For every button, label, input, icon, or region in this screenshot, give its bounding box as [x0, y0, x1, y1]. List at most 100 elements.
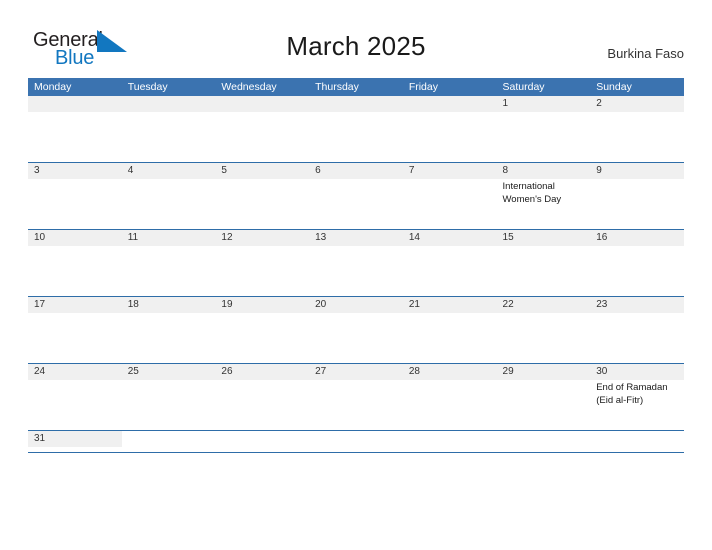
date-number-band: 10 11 12 13 14 15 16	[28, 230, 684, 246]
date-number[interactable]: 25	[122, 364, 216, 380]
day-event	[215, 246, 309, 297]
date-number[interactable]	[403, 96, 497, 112]
day-event	[122, 313, 216, 364]
day-event	[403, 246, 497, 297]
date-number-band: 31	[28, 431, 122, 447]
day-events-row	[28, 246, 684, 297]
date-number[interactable]	[122, 96, 216, 112]
day-event	[403, 179, 497, 230]
date-number[interactable]: 27	[309, 364, 403, 380]
date-number[interactable]: 8	[497, 163, 591, 179]
day-event	[28, 246, 122, 297]
date-number[interactable]: 12	[215, 230, 309, 246]
day-event	[590, 246, 684, 297]
date-number[interactable]: 9	[590, 163, 684, 179]
date-number-band: 17 18 19 20 21 22 23	[28, 297, 684, 313]
day-event	[215, 380, 309, 431]
date-number[interactable]: 23	[590, 297, 684, 313]
day-event	[497, 313, 591, 364]
day-events-row	[28, 112, 684, 163]
date-number[interactable]	[309, 96, 403, 112]
date-number[interactable]	[215, 96, 309, 112]
day-event	[215, 313, 309, 364]
calendar-grid: Monday Tuesday Wednesday Thursday Friday…	[28, 78, 684, 453]
day-event	[309, 112, 403, 163]
day-event	[497, 112, 591, 163]
date-number[interactable]: 6	[309, 163, 403, 179]
date-number[interactable]: 19	[215, 297, 309, 313]
date-number[interactable]: 10	[28, 230, 122, 246]
week-row: 10 11 12 13 14 15 16	[28, 230, 684, 297]
page-title: March 2025	[286, 31, 426, 61]
date-number-band: 1 2	[28, 96, 684, 112]
day-event	[122, 246, 216, 297]
day-event	[122, 112, 216, 163]
day-event: International Women's Day	[502, 181, 562, 205]
country-label: Burkina Faso	[607, 46, 684, 61]
week-row: 31	[28, 431, 684, 453]
date-number[interactable]: 22	[497, 297, 591, 313]
date-number[interactable]: 26	[215, 364, 309, 380]
date-number[interactable]: 13	[309, 230, 403, 246]
date-number[interactable]: 30	[590, 364, 684, 380]
day-event	[309, 246, 403, 297]
day-event	[590, 313, 684, 364]
day-event	[28, 380, 122, 431]
day-event	[590, 179, 684, 230]
date-number[interactable]: 2	[590, 96, 684, 112]
date-number[interactable]: 16	[590, 230, 684, 246]
date-number[interactable]: 15	[497, 230, 591, 246]
day-event	[122, 179, 216, 230]
date-number[interactable]: 1	[497, 96, 591, 112]
day-event	[590, 112, 684, 163]
weekday-header-wednesday: Wednesday	[221, 81, 277, 93]
date-number[interactable]: 14	[403, 230, 497, 246]
date-number-band: 3 4 5 6 7 8 9	[28, 163, 684, 179]
weekday-header-saturday: Saturday	[502, 81, 545, 93]
date-number[interactable]	[28, 96, 122, 112]
page-header: General Blue March 2025 Burkina Faso	[0, 0, 712, 76]
weekday-header-thursday: Thursday	[315, 81, 359, 93]
date-number[interactable]: 21	[403, 297, 497, 313]
day-event	[28, 112, 122, 163]
date-number[interactable]: 17	[28, 297, 122, 313]
weekday-header-row: Monday Tuesday Wednesday Thursday Friday…	[28, 78, 684, 96]
week-row: 24 25 26 27 28 29 30 End of Ramadan (Eid…	[28, 364, 684, 431]
date-number[interactable]: 5	[215, 163, 309, 179]
weekday-header-friday: Friday	[408, 81, 438, 93]
date-number[interactable]: 18	[122, 297, 216, 313]
weekday-header-tuesday: Tuesday	[127, 81, 168, 93]
day-event	[497, 380, 591, 431]
day-event	[122, 380, 216, 431]
day-event	[215, 179, 309, 230]
day-event	[403, 380, 497, 431]
day-event	[309, 179, 403, 230]
day-event	[28, 313, 122, 364]
date-number[interactable]: 20	[309, 297, 403, 313]
week-row: 1 2	[28, 96, 684, 163]
date-number[interactable]: 29	[497, 364, 591, 380]
date-number[interactable]: 3	[28, 163, 122, 179]
date-number[interactable]: 11	[122, 230, 216, 246]
day-events-row: End of Ramadan (Eid al-Fitr)	[28, 380, 684, 431]
date-number[interactable]: 24	[28, 364, 122, 380]
weekday-header-monday: Monday	[34, 81, 72, 93]
day-events-row: International Women's Day	[28, 179, 684, 230]
day-event	[28, 179, 122, 230]
day-events-row	[28, 313, 684, 364]
weekday-header-sunday: Sunday	[596, 81, 632, 93]
date-number[interactable]: 4	[122, 163, 216, 179]
day-event	[403, 112, 497, 163]
day-event	[309, 380, 403, 431]
calendar-page: General Blue March 2025 Burkina Faso Mon…	[0, 0, 712, 550]
week-row: 3 4 5 6 7 8 9 International Women's Day	[28, 163, 684, 230]
date-number[interactable]: 7	[403, 163, 497, 179]
date-number[interactable]: 31	[28, 431, 122, 447]
day-event: End of Ramadan (Eid al-Fitr)	[596, 382, 668, 406]
date-number[interactable]: 28	[403, 364, 497, 380]
day-event	[309, 313, 403, 364]
day-event	[497, 246, 591, 297]
day-event	[215, 112, 309, 163]
date-number-band: 24 25 26 27 28 29 30	[28, 364, 684, 380]
week-row: 17 18 19 20 21 22 23	[28, 297, 684, 364]
